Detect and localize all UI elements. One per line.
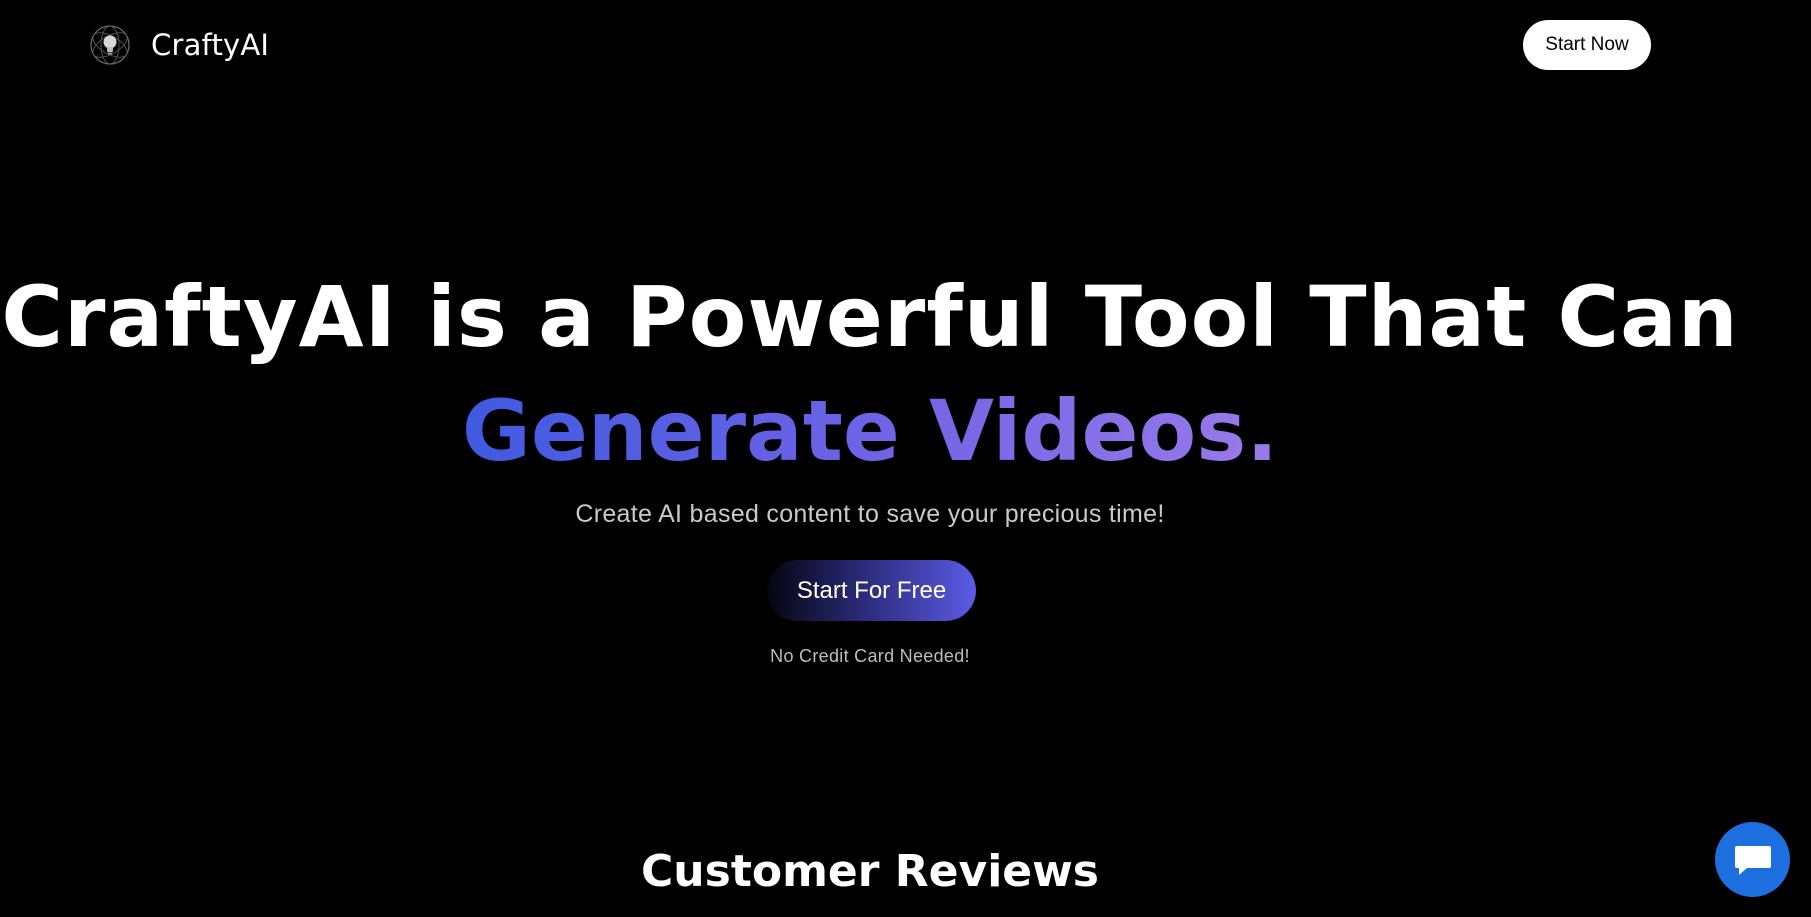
hero-headline-line2: Generate Videos.: [0, 376, 1740, 486]
no-credit-card-note: No Credit Card Needed!: [770, 646, 970, 666]
brand-logo-link[interactable]: CraftyAI: [89, 24, 269, 66]
hero-headline-line1: CraftyAI is a Powerful Tool That Can: [1, 268, 1739, 366]
start-for-free-button[interactable]: Start For Free: [767, 560, 976, 621]
brand-name: CraftyAI: [151, 28, 270, 62]
chat-widget-button[interactable]: [1715, 822, 1790, 897]
lightbulb-logo-icon: [90, 25, 130, 65]
hero-headline-highlight: Generate Videos.: [461, 382, 1279, 480]
customer-reviews-heading: Customer Reviews: [641, 846, 1099, 897]
chat-bubble-icon: [1734, 845, 1771, 875]
start-now-button[interactable]: Start Now: [1523, 20, 1651, 70]
site-header: CraftyAI Start Now: [0, 0, 1811, 92]
hero-subtitle: Create AI based content to save your pre…: [575, 500, 1165, 528]
